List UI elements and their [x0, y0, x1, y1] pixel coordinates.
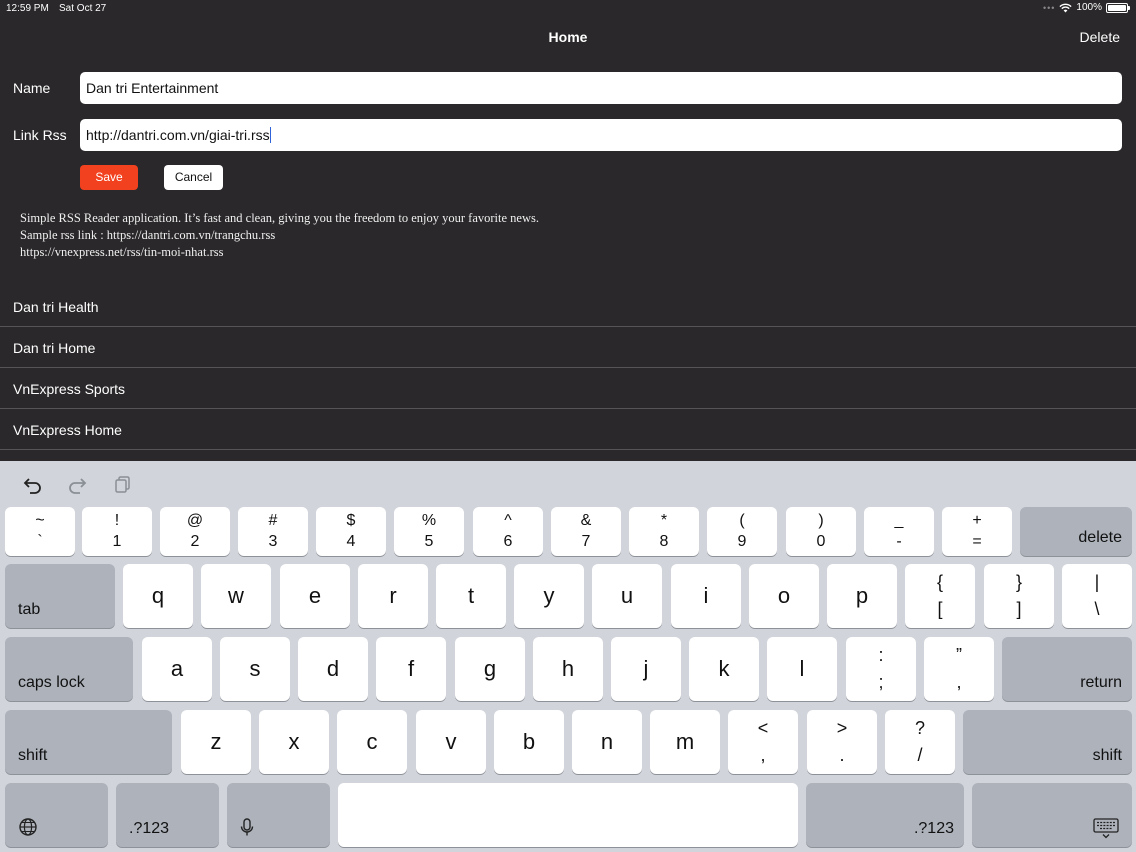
- feed-item[interactable]: VnExpress Sports: [0, 368, 1136, 409]
- key-q[interactable]: q: [123, 564, 193, 628]
- app-description: Simple RSS Reader application. It’s fast…: [20, 210, 539, 261]
- feed-item[interactable]: VnExpress Home: [0, 409, 1136, 450]
- key-4[interactable]: $4: [316, 507, 386, 556]
- key-l[interactable]: l: [767, 637, 837, 701]
- key-g[interactable]: g: [455, 637, 525, 701]
- key-z[interactable]: z: [181, 710, 251, 774]
- key-1[interactable]: ! 1: [82, 507, 152, 556]
- caps-lock-key[interactable]: caps lock: [5, 637, 133, 701]
- key-u[interactable]: u: [592, 564, 662, 628]
- key-n[interactable]: n: [572, 710, 642, 774]
- microphone-icon: [240, 818, 254, 836]
- name-input-value: Dan tri Entertainment: [86, 80, 219, 96]
- key-9[interactable]: (9: [707, 507, 777, 556]
- key-minus[interactable]: _ -: [864, 507, 934, 556]
- key-a[interactable]: a: [142, 637, 212, 701]
- multitask-dots-icon: •••: [1042, 2, 1056, 13]
- wifi-icon: [1059, 3, 1073, 12]
- dismiss-keyboard-key[interactable]: [972, 783, 1132, 847]
- text-caret: [269, 127, 271, 143]
- status-time: 12:59 PM: [6, 3, 49, 14]
- globe-key[interactable]: [5, 783, 108, 847]
- feed-list: Dan tri Health Dan tri Home VnExpress Sp…: [0, 286, 1136, 450]
- key-s[interactable]: s: [220, 637, 290, 701]
- description-line-3: https://vnexpress.net/rss/tin-moi-nhat.r…: [20, 245, 224, 259]
- feed-item[interactable]: Dan tri Home: [0, 327, 1136, 368]
- redo-icon[interactable]: [66, 474, 88, 494]
- key-f[interactable]: f: [376, 637, 446, 701]
- key-comma[interactable]: <,: [728, 710, 798, 774]
- battery-percent: 100%: [1076, 2, 1102, 13]
- key-c[interactable]: c: [337, 710, 407, 774]
- feed-item[interactable]: Dan tri Health: [0, 286, 1136, 327]
- name-input[interactable]: Dan tri Entertainment: [80, 72, 1122, 104]
- key-t[interactable]: t: [436, 564, 506, 628]
- delete-button[interactable]: Delete: [1080, 29, 1120, 45]
- dictation-key[interactable]: [227, 783, 330, 847]
- key-equals[interactable]: + =: [942, 507, 1012, 556]
- key-left-brace[interactable]: {[: [905, 564, 975, 628]
- shift-key-left[interactable]: shift: [5, 710, 172, 774]
- keyboard-shortcut-bar: [0, 461, 1136, 505]
- key-i[interactable]: i: [671, 564, 741, 628]
- key-8[interactable]: * 8: [629, 507, 699, 556]
- key-semicolon[interactable]: :;: [846, 637, 916, 701]
- link-rss-label: Link Rss: [13, 127, 67, 143]
- numbers-key-right[interactable]: .?123: [806, 783, 964, 847]
- key-tilde[interactable]: ~ `: [5, 507, 75, 556]
- key-3[interactable]: #3: [238, 507, 308, 556]
- numbers-key-left[interactable]: .?123: [116, 783, 219, 847]
- on-screen-keyboard: ~ ` ! 1 @2 #3 $4 % 5 ^ 6 & 7 * 8 (9 ) 0 _ - + = d…: [0, 461, 1136, 852]
- paste-icon[interactable]: [112, 474, 134, 494]
- key-backslash[interactable]: | \: [1062, 564, 1132, 628]
- description-line-2: Sample rss link : https://dantri.com.vn/…: [20, 228, 276, 242]
- name-label: Name: [13, 80, 51, 96]
- key-quote[interactable]: ”,: [924, 637, 994, 701]
- key-5[interactable]: % 5: [394, 507, 464, 556]
- key-k[interactable]: k: [689, 637, 759, 701]
- key-y[interactable]: y: [514, 564, 584, 628]
- status-right: ••• 100%: [1042, 2, 1130, 13]
- key-e[interactable]: e: [280, 564, 350, 628]
- key-v[interactable]: v: [416, 710, 486, 774]
- return-key[interactable]: return: [1002, 637, 1132, 701]
- key-x[interactable]: x: [259, 710, 329, 774]
- key-o[interactable]: o: [749, 564, 819, 628]
- keyboard-dismiss-icon: [1093, 818, 1119, 839]
- key-m[interactable]: m: [650, 710, 720, 774]
- key-slash[interactable]: ? /: [885, 710, 955, 774]
- space-key[interactable]: [338, 783, 798, 847]
- key-0[interactable]: ) 0: [786, 507, 856, 556]
- undo-icon[interactable]: [22, 474, 44, 494]
- status-date: Sat Oct 27: [59, 3, 107, 14]
- cancel-button[interactable]: Cancel: [164, 165, 223, 190]
- delete-key[interactable]: delete: [1020, 507, 1132, 556]
- key-2[interactable]: @2: [160, 507, 230, 556]
- status-bar: 12:59 PM Sat Oct 27 ••• 100%: [0, 0, 1136, 18]
- key-r[interactable]: r: [358, 564, 428, 628]
- key-d[interactable]: d: [298, 637, 368, 701]
- key-w[interactable]: w: [201, 564, 271, 628]
- key-right-brace[interactable]: }]: [984, 564, 1054, 628]
- globe-icon: [19, 818, 37, 836]
- tab-key[interactable]: tab: [5, 564, 115, 628]
- battery-icon: [1106, 2, 1130, 13]
- shift-key-right[interactable]: shift: [963, 710, 1132, 774]
- save-button[interactable]: Save: [80, 165, 138, 190]
- key-j[interactable]: j: [611, 637, 681, 701]
- key-b[interactable]: b: [494, 710, 564, 774]
- key-period[interactable]: >.: [807, 710, 877, 774]
- link-rss-input-value: http://dantri.com.vn/giai-tri.rss: [86, 127, 270, 143]
- key-h[interactable]: h: [533, 637, 603, 701]
- key-p[interactable]: p: [827, 564, 897, 628]
- key-6[interactable]: ^ 6: [473, 507, 543, 556]
- description-line-1: Simple RSS Reader application. It’s fast…: [20, 211, 539, 225]
- link-rss-input[interactable]: http://dantri.com.vn/giai-tri.rss: [80, 119, 1122, 151]
- key-7[interactable]: & 7: [551, 507, 621, 556]
- nav-title: Home: [548, 29, 588, 45]
